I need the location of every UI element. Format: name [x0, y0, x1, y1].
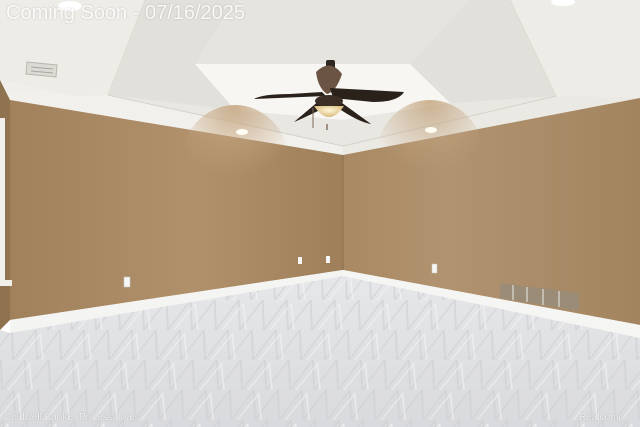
brokerage-watermark: Coldwell Banker Professionals — [4, 412, 140, 423]
room-photo: Coming Soon - 07/16/2025 Coldwell Banker… — [0, 0, 640, 427]
light-wash-left — [180, 105, 290, 225]
window-frame-edge — [0, 118, 5, 283]
empty-room-scene — [0, 0, 640, 427]
mls-watermark: Realcomp — [579, 412, 625, 423]
ceiling-vent — [25, 61, 58, 78]
light-wash-right — [375, 100, 485, 220]
coming-soon-banner: Coming Soon - 07/16/2025 — [6, 2, 246, 24]
